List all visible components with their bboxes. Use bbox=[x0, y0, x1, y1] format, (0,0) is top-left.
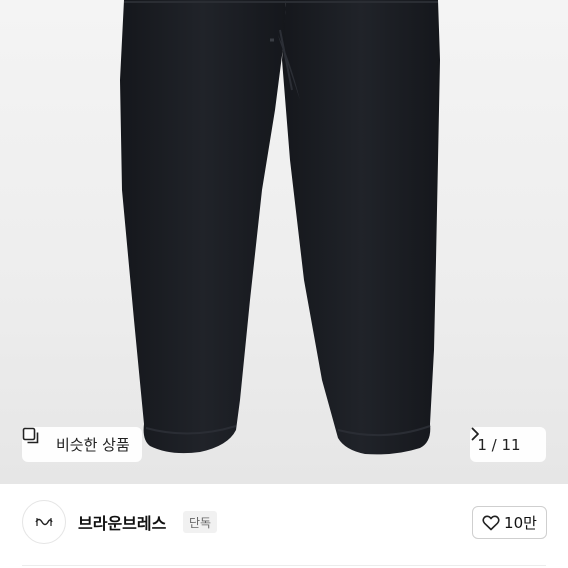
like-count: 10만 bbox=[504, 514, 537, 532]
heart-outline-icon bbox=[482, 515, 500, 531]
divider bbox=[22, 565, 546, 566]
pants-illustration bbox=[120, 0, 440, 455]
similar-items-button[interactable]: 비슷한 상품 bbox=[22, 427, 142, 462]
brand-name[interactable]: 브라운브레스 bbox=[78, 510, 166, 534]
image-pager[interactable]: 1 / 11 bbox=[470, 427, 546, 462]
like-button[interactable]: 10만 bbox=[472, 506, 547, 539]
product-image[interactable]: 비슷한 상품 1 / 11 bbox=[0, 0, 568, 484]
similar-items-icon bbox=[22, 427, 50, 454]
similar-items-label: 비슷한 상품 bbox=[56, 436, 130, 454]
brand-logo-icon bbox=[34, 513, 54, 532]
chevron-right-icon bbox=[471, 427, 539, 452]
exclusive-badge: 단독 bbox=[183, 511, 218, 533]
pager-text: 1 / 11 bbox=[477, 435, 521, 454]
brand-row[interactable]: 브라운브레스 단독 10만 bbox=[0, 484, 568, 568]
brand-logo[interactable] bbox=[22, 500, 66, 544]
